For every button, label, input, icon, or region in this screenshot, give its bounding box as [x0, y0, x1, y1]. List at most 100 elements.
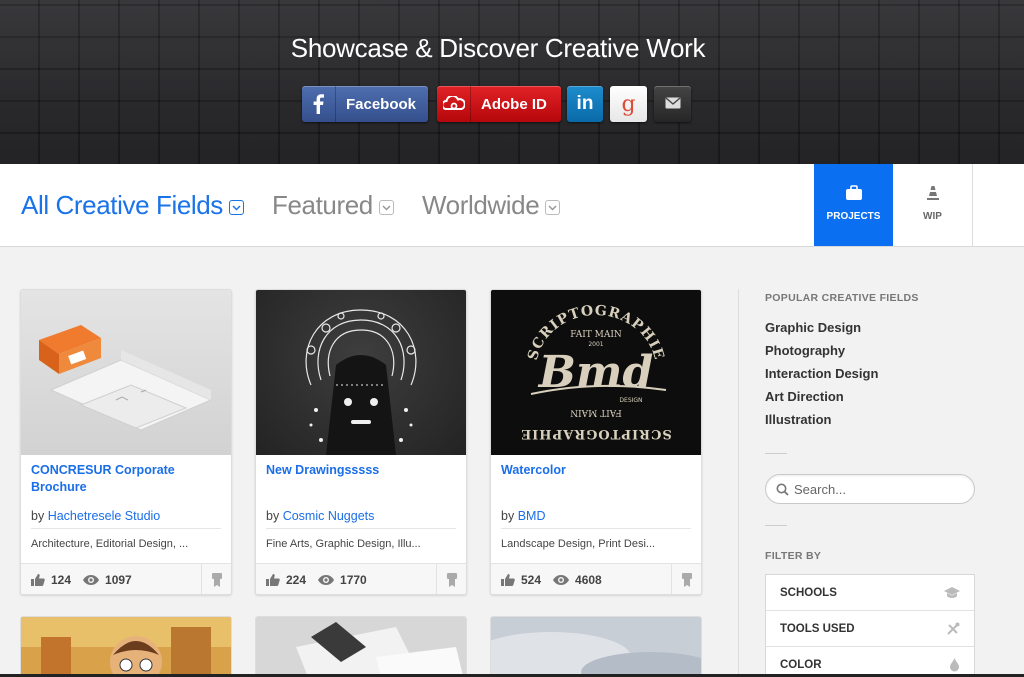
project-stats: 524 4608: [491, 563, 701, 594]
filter-schools[interactable]: SCHOOLS: [766, 575, 974, 611]
tab-wip-label: WIP: [923, 211, 942, 222]
by-label: by: [266, 509, 280, 523]
like-count: 224: [286, 572, 307, 587]
envelope-icon: [665, 96, 681, 113]
project-card[interactable]: SCRIPTOGRAPHIE FAIT MAIN 2001 Bmd DESIGN…: [490, 289, 702, 595]
region-dropdown[interactable]: Worldwide: [422, 190, 561, 221]
divider: [31, 528, 221, 529]
facebook-icon: [302, 86, 336, 122]
owner-link[interactable]: BMD: [518, 509, 546, 523]
project-title[interactable]: CONCRESUR Corporate Brochure: [31, 462, 221, 496]
filter-color[interactable]: COLOR: [766, 647, 974, 677]
tab-projects[interactable]: PROJECTS: [814, 164, 893, 246]
sidebar-divider: [738, 289, 739, 677]
divider: [765, 525, 787, 526]
project-fields: Architecture, Editorial Design, ...: [31, 538, 189, 550]
filter-by-heading: FILTER BY: [765, 550, 822, 562]
design-text: DESIGN: [619, 397, 642, 404]
fait-main-text: FAIT MAIN: [570, 330, 622, 340]
chevron-down-icon: [378, 200, 394, 215]
linkedin-button[interactable]: in: [567, 86, 603, 122]
like-count: 124: [51, 572, 72, 587]
google-button[interactable]: g: [610, 86, 647, 122]
project-card[interactable]: New Drawingsssss by Cosmic Nuggets Fine …: [255, 289, 467, 595]
facebook-button[interactable]: Facebook: [302, 86, 428, 122]
filter-list: SCHOOLS TOOLS USED COLOR: [765, 574, 975, 677]
filter-nav-bar: All Creative Fields Featured Worldwide P…: [0, 164, 1024, 247]
project-thumbnail[interactable]: [21, 290, 231, 455]
ornamental-drawing-image: [305, 309, 417, 455]
popular-field-link[interactable]: Graphic Design: [765, 320, 861, 335]
hero-banner: Showcase & Discover Creative Work Facebo…: [0, 0, 1024, 164]
briefcase-icon: [845, 185, 863, 201]
featured-label: Featured: [272, 190, 373, 220]
featured-ribbon-icon[interactable]: [671, 564, 701, 594]
eye-icon: [83, 574, 100, 585]
project-title[interactable]: New Drawingsssss: [266, 462, 456, 479]
popular-fields-heading: POPULAR CREATIVE FIELDS: [765, 292, 919, 304]
tab-wip[interactable]: WIP: [893, 164, 973, 246]
thumbs-up-icon: [501, 573, 515, 586]
tools-icon: [946, 622, 960, 639]
email-button[interactable]: [654, 86, 691, 122]
project-card[interactable]: CONCRESUR Corporate Brochure by Hachetre…: [20, 289, 232, 595]
popular-field-link[interactable]: Illustration: [765, 412, 831, 427]
project-fields: Fine Arts, Graphic Design, Illu...: [266, 538, 421, 550]
creative-fields-label: All Creative Fields: [21, 190, 223, 220]
search-icon: [776, 483, 789, 496]
facebook-label: Facebook: [345, 95, 416, 113]
bmd-lettering-image: SCRIPTOGRAPHIE FAIT MAIN 2001 Bmd DESIGN…: [520, 303, 671, 441]
search-box[interactable]: [765, 474, 975, 504]
linkedin-icon: in: [576, 93, 594, 114]
featured-ribbon-icon[interactable]: [436, 564, 466, 594]
popular-field-link[interactable]: Photography: [765, 343, 845, 358]
filter-label: TOOLS USED: [780, 622, 855, 635]
color-drop-icon: [949, 658, 960, 675]
tab-projects-label: PROJECTS: [826, 211, 881, 222]
thumbs-up-icon: [31, 573, 45, 586]
chevron-down-icon: [228, 200, 244, 215]
owner-link[interactable]: Cosmic Nuggets: [283, 509, 375, 523]
popular-field-link[interactable]: Art Direction: [765, 389, 844, 404]
thumbs-up-icon: [266, 573, 280, 586]
region-label: Worldwide: [422, 190, 540, 220]
stationery-thumbnail: [256, 617, 466, 677]
watercolor-sky-thumbnail: [491, 617, 701, 677]
featured-dropdown[interactable]: Featured: [272, 190, 394, 221]
creative-fields-dropdown[interactable]: All Creative Fields: [21, 190, 244, 221]
arc-bottom-text: SCRIPTOGRAPHIE: [520, 426, 671, 441]
filter-label: SCHOOLS: [780, 586, 837, 599]
graduation-cap-icon: [944, 586, 960, 602]
project-card[interactable]: [20, 616, 232, 677]
project-card[interactable]: [490, 616, 702, 677]
popular-field-link[interactable]: Interaction Design: [765, 366, 878, 381]
filter-tools-used[interactable]: TOOLS USED: [766, 611, 974, 647]
filter-label: COLOR: [780, 658, 822, 671]
adobe-cloud-icon: [437, 86, 471, 122]
fait-main-inverted-text: FAIT MAIN: [570, 407, 622, 417]
project-title[interactable]: Watercolor: [501, 462, 691, 479]
featured-ribbon-icon[interactable]: [201, 564, 231, 594]
project-thumbnail[interactable]: [256, 290, 466, 455]
like-count: 524: [521, 572, 542, 587]
search-input[interactable]: [794, 481, 964, 497]
view-count: 4608: [575, 572, 602, 587]
illustration-thumbnail: [21, 617, 231, 677]
divider: [266, 528, 456, 529]
divider: [501, 528, 691, 529]
view-count: 1770: [340, 572, 367, 587]
project-card[interactable]: [255, 616, 467, 677]
project-owner-line: by BMD: [501, 509, 545, 523]
view-count: 1097: [105, 572, 132, 587]
by-label: by: [501, 509, 515, 523]
project-stats: 224 1770: [256, 563, 466, 594]
owner-link[interactable]: Hachetresele Studio: [48, 509, 161, 523]
project-stats: 124 1097: [21, 563, 231, 594]
project-owner-line: by Hachetresele Studio: [31, 509, 160, 523]
chevron-down-icon: [545, 200, 561, 215]
project-thumbnail[interactable]: SCRIPTOGRAPHIE FAIT MAIN 2001 Bmd DESIGN…: [491, 290, 701, 455]
by-label: by: [31, 509, 45, 523]
google-icon: g: [621, 91, 636, 117]
adobe-id-label: Adobe ID: [481, 95, 547, 113]
adobe-id-button[interactable]: Adobe ID: [437, 86, 561, 122]
